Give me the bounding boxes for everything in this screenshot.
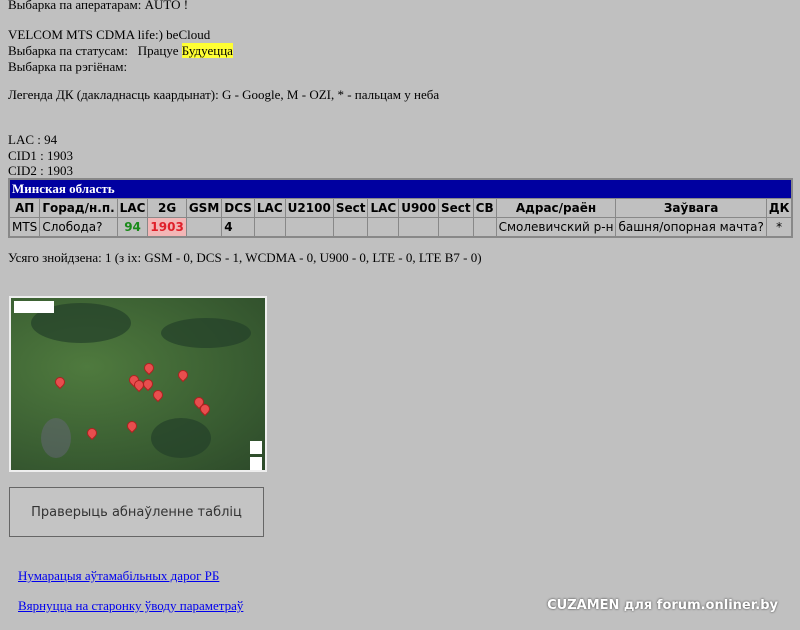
column-header: LAC [116,198,149,218]
column-header: 2G [147,198,187,218]
table-cell [253,217,286,238]
watermark: CUZAMEN для forum.onliner.by [547,598,778,613]
status-future: Будуецца [181,43,233,58]
column-header: АП [8,198,41,218]
column-header: DCS [221,198,255,218]
column-header: CB [472,198,497,218]
column-header: U900 [398,198,439,218]
column-header: Sect [332,198,369,218]
table-cell: башня/опорная мачта? [615,217,767,238]
map-pin-icon[interactable] [52,374,68,390]
lac-value: LAC : 94 [8,132,58,147]
map[interactable] [9,296,267,472]
table-cell: MTS [8,217,41,238]
street-view-icon[interactable] [250,441,262,454]
map-type-control[interactable] [14,301,54,313]
column-header: Горад/н.п. [39,198,118,218]
table-row: MTS Слобода? 94 1903 4 Смолевичский р-н башня/… [8,217,793,238]
map-pin-icon[interactable] [84,425,100,441]
table-cell [398,217,439,238]
column-header: LAC [253,198,286,218]
map-pin-icon[interactable] [141,360,157,376]
table-cell [438,217,474,238]
status-filter: Выбарка па статусам: Працуе Будуецца [8,43,233,59]
status-working: Працуе [137,43,179,58]
table-cell: Слобода? [39,217,118,238]
column-header: LAC [367,198,400,218]
status-label: Выбарка па статусам: [8,43,128,58]
total-found: Усяго знойдзена: 1 (з іх: GSM - 0, DCS -… [8,250,482,265]
table-cell [284,217,334,238]
column-header: Адрас/раён [495,198,617,218]
table-cell: 4 [221,217,255,238]
cid2-value: CID2 : 1903 [8,163,73,178]
table-cell: 94 [116,217,149,238]
column-header: ДК [765,198,793,218]
map-pin-icon[interactable] [150,387,166,403]
road-numbering-link[interactable]: Нумарацыя аўтамабільных дарог РБ [18,568,219,584]
results-table: Минская область АП Горад/н.п. LAC 2G GSM DCS L… [8,178,794,238]
back-to-params-link[interactable]: Вярнуцца на старонку ўводу параметраў [18,598,243,614]
column-header: GSM [185,198,223,218]
table-header-row: АП Горад/н.п. LAC 2G GSM DCS LAC U2100 Sect LAC U9… [8,198,793,218]
operator-filter: Выбарка па аператарам: AUTO ! [8,0,189,12]
table-cell [332,217,369,238]
table-cell [367,217,400,238]
table-cell: * [765,217,793,238]
column-header: Sect [438,198,474,218]
legend: Легенда ДК (дакладнасць каардынат): G - … [8,87,440,102]
table-cell: 1903 [147,217,187,238]
table-cell: Смолевичский р-н [495,217,617,238]
map-pin-icon[interactable] [140,376,156,392]
zoom-control[interactable] [250,457,262,470]
column-header: U2100 [284,198,334,218]
column-header: Заўвага [615,198,767,218]
map-pin-icon[interactable] [175,367,191,383]
table-cell [185,217,223,238]
operators-list: VELCOM MTS CDMA life:) beCloud [8,27,211,42]
region-header: Минская область [8,178,793,199]
table-cell [472,217,497,238]
check-updates-button[interactable]: Праверыць абнаўленне табліц [9,487,264,537]
cid1-value: CID1 : 1903 [8,148,73,163]
map-pin-icon[interactable] [124,418,140,434]
region-filter: Выбарка па рэгіёнам: [8,59,128,74]
